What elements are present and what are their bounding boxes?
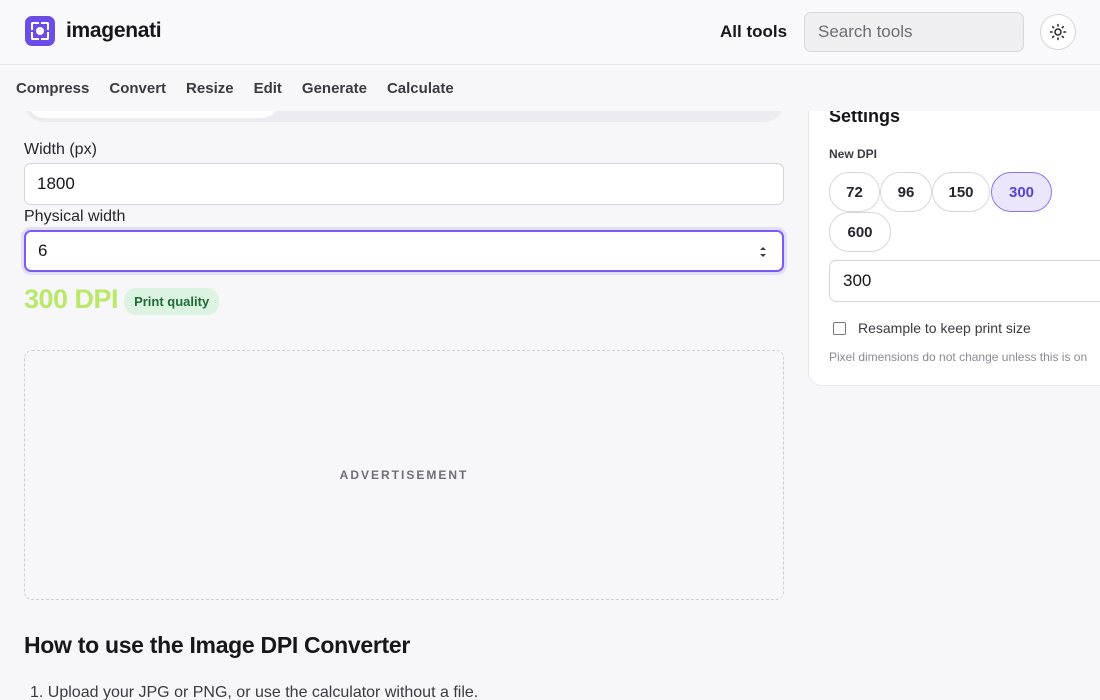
nav-item-generate[interactable]: Generate [302, 80, 367, 97]
category-nav: Compress Convert Resize Edit Generate Ca… [0, 65, 1100, 111]
logo[interactable]: imagenati [25, 16, 162, 46]
new-dpi-label: New DPI [829, 147, 878, 161]
dpi-result-value: 300 DPI [24, 284, 119, 314]
quality-badge: Print quality [124, 288, 220, 315]
width-value: 1800 [37, 174, 75, 193]
advertisement-label: ADVERTISEMENT [339, 468, 469, 482]
dpi-preset-150[interactable]: 150 [932, 172, 990, 212]
brand-name: imagenati [66, 19, 162, 42]
site-header: imagenati All tools [0, 0, 1100, 65]
dpi-result: 300 DPI Print quality [24, 284, 220, 315]
howto-heading: How to use the Image DPI Converter [24, 632, 410, 658]
dpi-preset-96[interactable]: 96 [880, 172, 932, 212]
resample-option[interactable]: Resample to keep print size [833, 320, 1031, 336]
physical-width-input[interactable]: 6 [24, 230, 784, 272]
nav-item-edit[interactable]: Edit [254, 80, 282, 97]
sun-icon [1049, 23, 1067, 41]
physical-width-label: Physical width [24, 208, 126, 225]
theme-toggle-button[interactable] [1040, 14, 1076, 50]
advertisement-slot: ADVERTISEMENT [24, 350, 784, 600]
physical-width-value: 6 [38, 241, 48, 260]
search-input[interactable] [804, 12, 1024, 52]
dpi-input[interactable]: 300 [829, 260, 1100, 302]
camera-focus-icon [25, 16, 55, 46]
howto-step-1: 1. Upload your JPG or PNG, or use the ca… [30, 684, 479, 700]
nav-item-resize[interactable]: Resize [186, 80, 234, 97]
width-label: Width (px) [24, 141, 97, 158]
resample-label: Resample to keep print size [858, 320, 1031, 336]
all-tools-link[interactable]: All tools [720, 22, 787, 42]
nav-item-convert[interactable]: Convert [109, 80, 166, 97]
resample-checkbox[interactable] [833, 321, 846, 335]
nav-item-compress[interactable]: Compress [16, 80, 89, 97]
dpi-preset-300[interactable]: 300 [991, 172, 1052, 212]
number-spinner-icon[interactable] [758, 245, 768, 259]
width-input[interactable]: 1800 [24, 163, 784, 205]
nav-item-calculate[interactable]: Calculate [387, 80, 454, 97]
dpi-preset-72[interactable]: 72 [829, 172, 880, 212]
dpi-input-value: 300 [843, 271, 872, 290]
dpi-preset-600[interactable]: 600 [829, 212, 891, 252]
resample-hint: Pixel dimensions do not change unless th… [829, 350, 1088, 364]
